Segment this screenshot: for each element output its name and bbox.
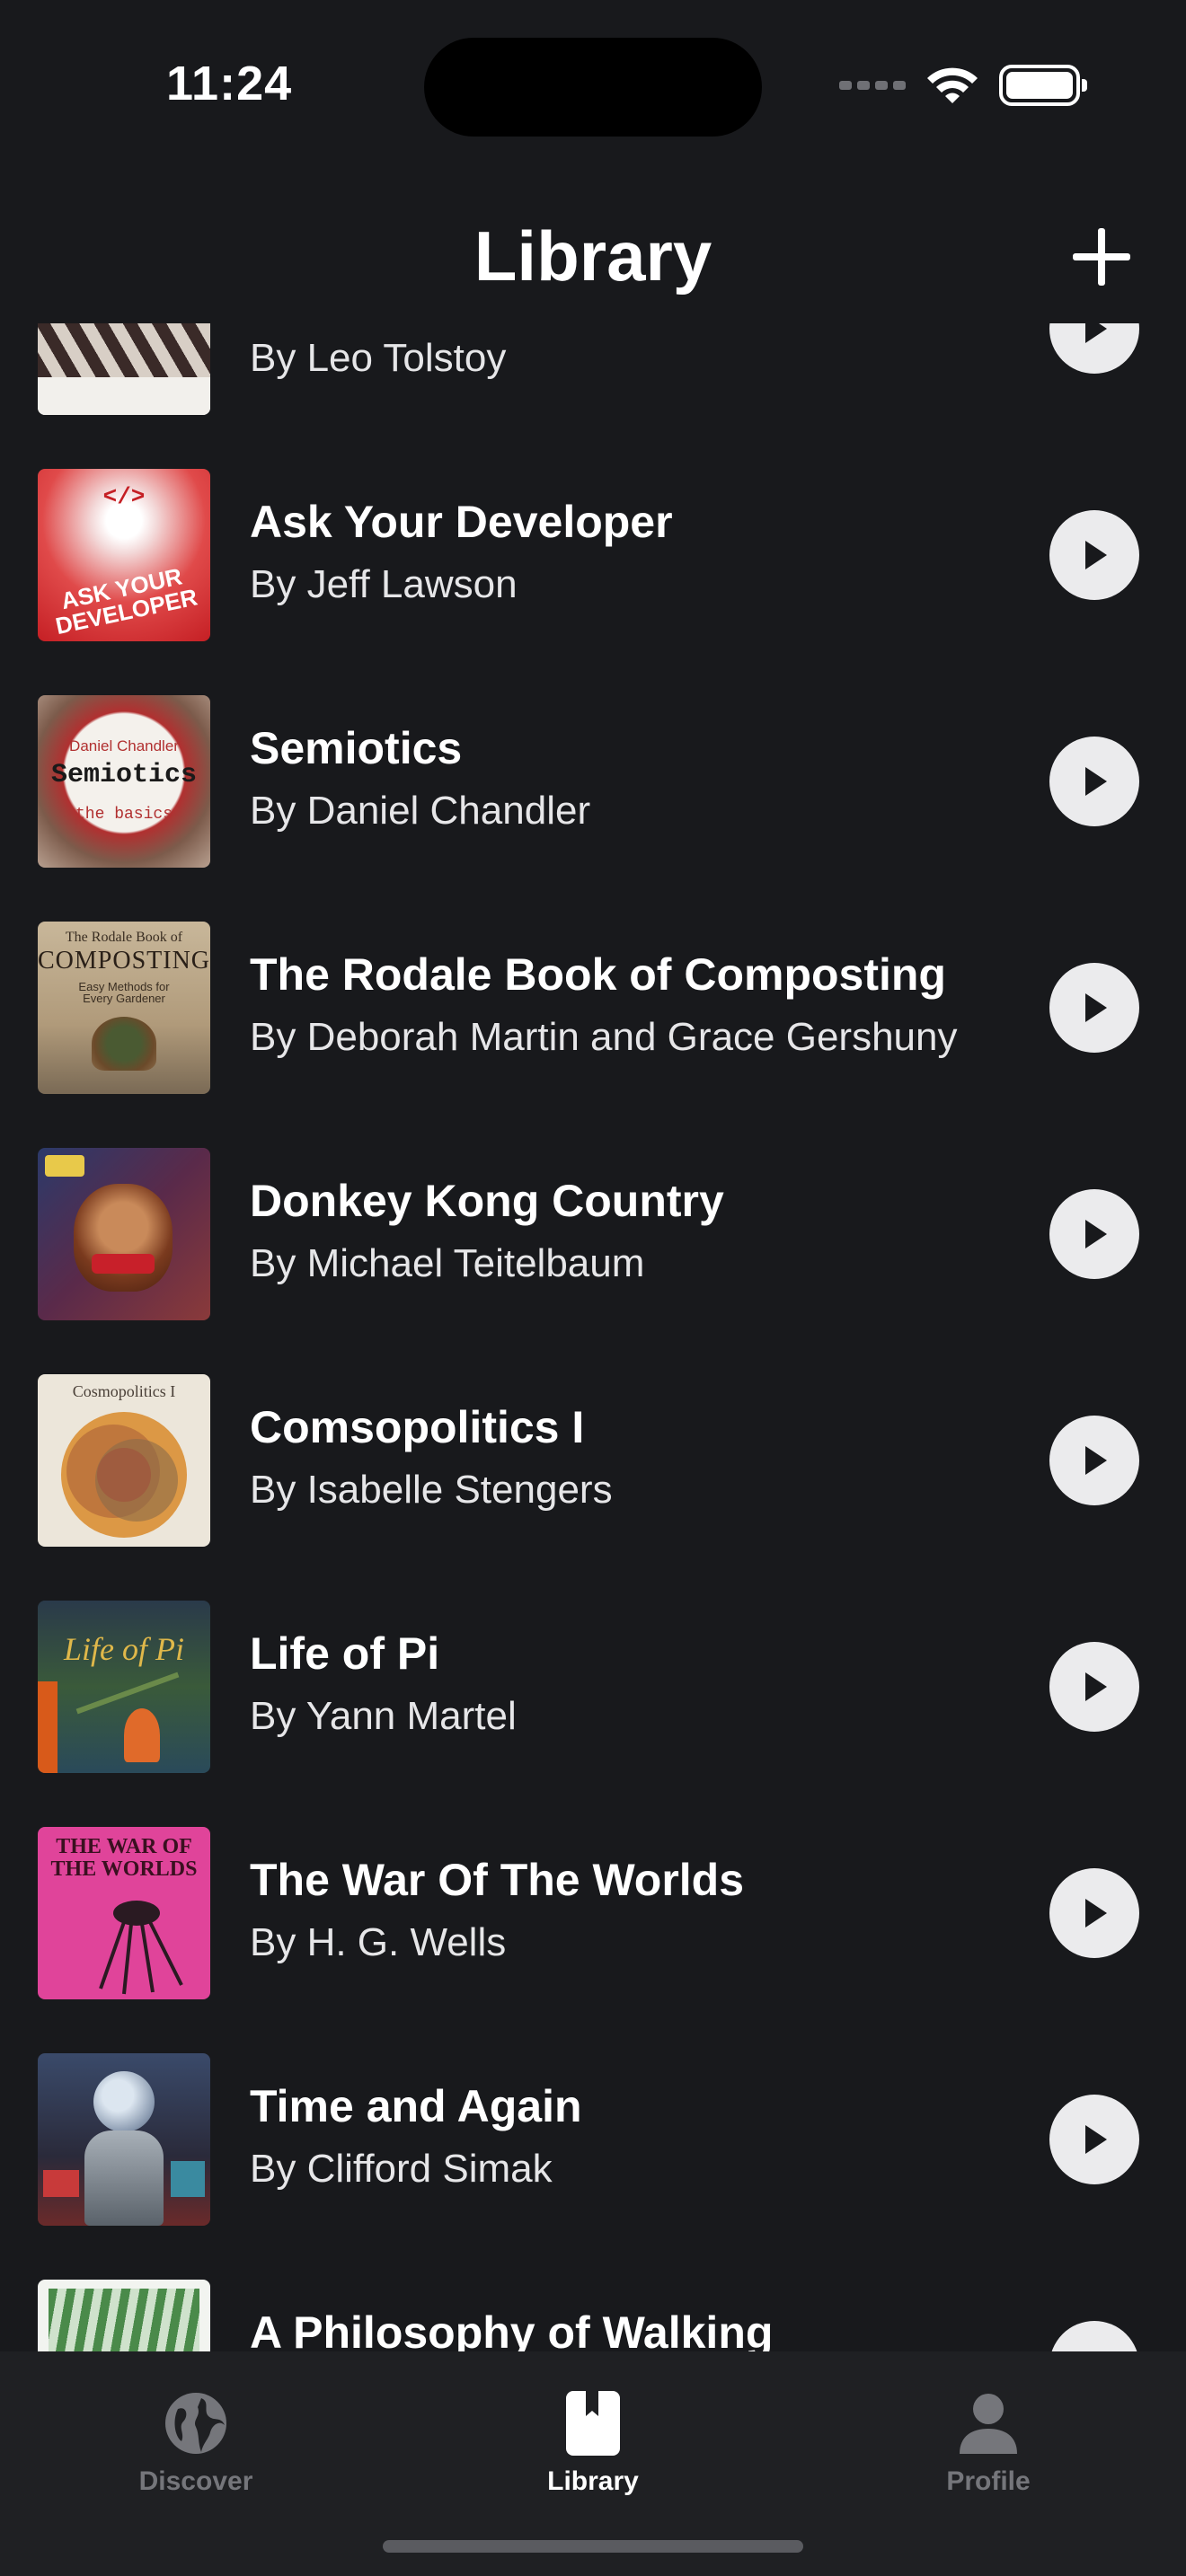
play-button[interactable] [1049, 1868, 1139, 1958]
book-title: Semiotics [250, 723, 463, 773]
play-button[interactable] [1049, 1416, 1139, 1505]
book-title: Comsopolitics I [250, 1402, 585, 1452]
play-button[interactable] [1049, 2095, 1139, 2184]
app-screen: 11:24 Library By Leo Tolstoy </> ASK YOU… [0, 0, 1186, 2576]
cover-text: ASK YOUR DEVELOPER [53, 562, 200, 640]
play-button[interactable] [1049, 1189, 1139, 1279]
book-author: By Deborah Martin and Grace Gershuny [250, 1015, 958, 1059]
add-button[interactable] [1066, 221, 1137, 293]
dynamic-island [424, 38, 762, 137]
play-button[interactable] [1049, 1642, 1139, 1732]
cover-art [99, 1901, 183, 1995]
play-button[interactable] [1049, 963, 1139, 1053]
book-cover: THE WAR OF THE WORLDS [38, 1827, 210, 1999]
book-author: By Michael Teitelbaum [250, 1241, 645, 1285]
play-button[interactable] [1049, 510, 1139, 600]
play-icon [1085, 1446, 1107, 1475]
play-icon [1085, 993, 1107, 1022]
play-icon [1085, 541, 1107, 569]
book-title: A Philosophy of Walking [250, 2307, 774, 2351]
book-title: Time and Again [250, 2081, 582, 2131]
play-icon [1085, 1220, 1107, 1248]
book-title: The Rodale Book of Composting [250, 949, 946, 1000]
book-list[interactable]: By Leo Tolstoy </> ASK YOUR DEVELOPER As… [0, 322, 1186, 2351]
person-icon [960, 2394, 1017, 2454]
play-button[interactable] [1049, 322, 1139, 374]
tab-label: Profile [946, 2466, 1031, 2496]
play-icon [1085, 2125, 1107, 2154]
status-bar: 11:24 [0, 0, 1186, 171]
book-author: By Jeff Lawson [250, 562, 518, 606]
play-button[interactable] [1049, 737, 1139, 826]
book-row[interactable]: By Leo Tolstoy [0, 322, 1186, 440]
wifi-icon [927, 67, 978, 103]
play-icon [1085, 1899, 1107, 1928]
book-cover: The Rodale Book of COMPOSTING Easy Metho… [38, 922, 210, 1094]
cover-text: Daniel Chandler [69, 737, 179, 754]
cover-text: COMPOSTING [38, 947, 210, 975]
cover-text: Life of Pi [64, 1631, 184, 1667]
book-cover [38, 2053, 210, 2226]
page-title: Library [474, 216, 712, 296]
book-title: Donkey Kong Country [250, 1176, 724, 1226]
book-icon [566, 2391, 620, 2456]
cellular-signal-icon [839, 81, 906, 90]
book-cover [38, 1148, 210, 1320]
tab-label: Discover [138, 2466, 253, 2496]
book-cover [38, 2280, 210, 2351]
cover-text: the basics [75, 806, 173, 824]
book-cover: </> ASK YOUR DEVELOPER [38, 469, 210, 641]
battery-icon [999, 65, 1087, 106]
tab-profile[interactable]: Profile [881, 2389, 1096, 2497]
book-title: The War Of The Worlds [250, 1855, 745, 1905]
book-row[interactable]: A Philosophy of Walking [0, 2251, 1186, 2351]
book-row[interactable]: </> ASK YOUR DEVELOPER Ask Your Develope… [0, 440, 1186, 666]
book-row[interactable]: Cosmopolitics I Comsopolitics I By Isabe… [0, 1345, 1186, 1572]
book-row[interactable]: Life of Pi Life of Pi By Yann Martel [0, 1572, 1186, 1798]
cover-art [61, 1412, 187, 1538]
book-author: By Daniel Chandler [250, 789, 591, 833]
book-author: By Clifford Simak [250, 2147, 553, 2191]
book-cover: Life of Pi [38, 1601, 210, 1773]
book-title: Life of Pi [250, 1628, 440, 1679]
home-indicator [383, 2540, 803, 2553]
book-cover: Daniel Chandler Semiotics the basics [38, 695, 210, 868]
status-time: 11:24 [166, 57, 293, 110]
book-author: By Leo Tolstoy [250, 336, 507, 380]
plus-icon [1073, 228, 1130, 286]
play-icon [1085, 1672, 1107, 1701]
book-title: Ask Your Developer [250, 497, 673, 547]
status-icons [839, 63, 1087, 108]
tab-discover[interactable]: Discover [88, 2389, 304, 2497]
book-cover [38, 322, 210, 415]
cover-text: Easy Methods for Every Gardener [78, 980, 170, 1005]
book-row[interactable]: Donkey Kong Country By Michael Teitelbau… [0, 1119, 1186, 1345]
book-row[interactable]: THE WAR OF THE WORLDS The War Of The Wor… [0, 1798, 1186, 2025]
play-icon [1085, 767, 1107, 796]
play-button[interactable] [1049, 2321, 1139, 2351]
book-author: By Isabelle Stengers [250, 1468, 613, 1512]
book-row[interactable]: Daniel Chandler Semiotics the basics Sem… [0, 666, 1186, 893]
cover-text: Semiotics [50, 760, 198, 790]
book-cover: Cosmopolitics I [38, 1374, 210, 1547]
tab-label: Library [547, 2466, 639, 2496]
header: Library [0, 189, 1186, 323]
play-icon [1085, 322, 1107, 343]
tab-library[interactable]: Library [485, 2389, 701, 2497]
book-author: By Yann Martel [250, 1694, 517, 1738]
book-row[interactable]: Time and Again By Clifford Simak [0, 2025, 1186, 2251]
book-author: By H. G. Wells [250, 1920, 507, 1964]
tab-bar: Discover Library Profile [0, 2351, 1186, 2576]
globe-icon [165, 2393, 226, 2454]
cover-text: The Rodale Book of [65, 930, 183, 945]
book-row[interactable]: The Rodale Book of COMPOSTING Easy Metho… [0, 893, 1186, 1119]
